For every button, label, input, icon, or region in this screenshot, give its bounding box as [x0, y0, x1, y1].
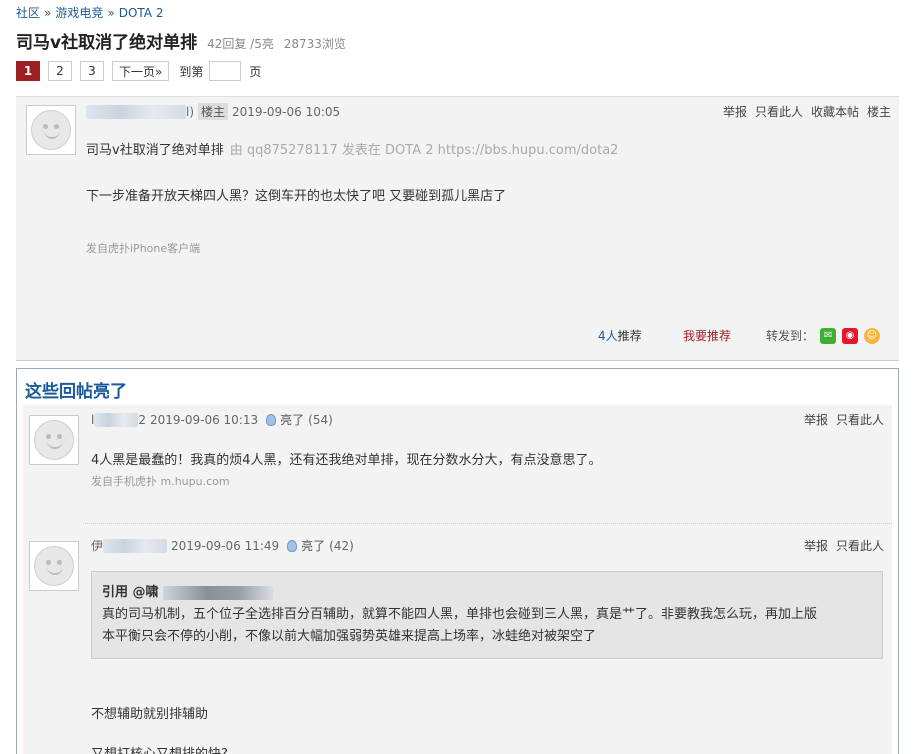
report-link[interactable]: 举报: [804, 411, 828, 428]
recommend-suffix: 推荐: [617, 329, 642, 343]
quote-label: 引用 @: [102, 585, 146, 600]
post-via: 发自虎扑iPhone客户端: [86, 242, 201, 255]
avatar[interactable]: [29, 541, 79, 591]
reply-header: l 2 2019-09-06 10:13 亮了 (54): [91, 411, 333, 428]
post-actions: 举报 只看此人 收藏本帖 楼主: [715, 103, 891, 120]
breadcrumb-gaming[interactable]: 游戏电竞: [55, 6, 103, 20]
thread-title-bar: 司马v社取消了绝对单排 42回复 /5亮 28733浏览: [16, 28, 352, 53]
default-avatar-icon: [34, 420, 74, 460]
next-page-button[interactable]: 下一页»: [112, 61, 170, 81]
only-this-user-link[interactable]: 只看此人: [836, 537, 884, 554]
username-blurred[interactable]: [94, 412, 139, 427]
reply-time: 2019-09-06 11:49: [171, 538, 280, 553]
breadcrumb-community[interactable]: 社区: [16, 6, 40, 20]
username-head: 伊: [91, 539, 104, 553]
jump-suffix: 页: [249, 64, 262, 79]
username-blurred[interactable]: [103, 538, 168, 553]
light-label: 亮了: [280, 413, 305, 427]
reply-actions: 举报 只看此人: [796, 537, 884, 554]
quote-block: 引用 @ 啸 真的司马机制，五个位子全选排百分百辅助，就算不能四人黑，单排也会碰到…: [91, 571, 883, 659]
breadcrumb: 社区» 游戏电竞» DOTA 2: [16, 4, 163, 21]
reply-content-line-2: 又想打核心又想排的快?: [91, 743, 228, 754]
recommend-count: 4人推荐: [598, 327, 642, 344]
reply-header: 伊 2019-09-06 11:49 亮了 (42): [91, 537, 354, 554]
quote-header: 引用 @ 啸: [102, 582, 872, 604]
reply-divider: [83, 523, 892, 524]
post-title: 司马v社取消了绝对单排: [86, 143, 224, 158]
hot-replies-title: 这些回帖亮了: [25, 382, 127, 402]
reply-time: 2019-09-06 10:13: [149, 412, 259, 427]
post-source: 由 qq875278117 发表在 DOTA 2 https://bbs.hup…: [229, 143, 619, 158]
breadcrumb-dota2[interactable]: DOTA 2: [119, 6, 164, 20]
reply-content-line-1: 不想辅助就别排辅助: [91, 707, 209, 722]
reply-count: 42回复 /5亮: [207, 37, 274, 51]
view-count: 28733浏览: [283, 37, 346, 51]
thread-meta: 42回复 /5亮 28733浏览: [207, 35, 352, 52]
thread-title: 司马v社取消了绝对单排: [16, 33, 198, 53]
reply-content: 4人黑是最蠢的！我真的烦4人黑，还有还我绝对单排，现在分数水分大，有点没意思了。: [91, 453, 602, 468]
jump-label: 到第: [179, 64, 204, 79]
page-1-button[interactable]: 1: [16, 61, 40, 81]
favorite-link[interactable]: 收藏本帖: [811, 103, 859, 120]
page-2-button[interactable]: 2: [48, 61, 72, 81]
bulb-icon: [287, 539, 298, 552]
wechat-icon[interactable]: ✉: [820, 327, 837, 344]
only-this-user-link[interactable]: 只看此人: [836, 411, 884, 428]
bulb-icon: [266, 413, 277, 426]
hot-reply: 伊 2019-09-06 11:49 亮了 (42) 举报 只看此人 引用 @ 啸…: [23, 531, 892, 754]
breadcrumb-separator: »: [107, 6, 115, 20]
post-header: l) 楼主 2019-09-06 10:05: [86, 103, 340, 120]
only-this-user-link[interactable]: 只看此人: [755, 103, 803, 120]
report-link[interactable]: 举报: [804, 537, 828, 554]
light-count: (54): [308, 412, 333, 427]
hot-reply: l 2 2019-09-06 10:13 亮了 (54) 举报 只看此人 4人黑…: [23, 405, 892, 523]
reply-via: 发自手机虎扑 m.hupu.com: [91, 475, 230, 488]
post-title-line: 司马v社取消了绝对单排由 qq875278117 发表在 DOTA 2 http…: [86, 139, 618, 158]
light-button[interactable]: 亮了 (42): [287, 537, 354, 554]
main-post: l) 楼主 2019-09-06 10:05 举报 只看此人 收藏本帖 楼主 司…: [16, 96, 899, 361]
hot-replies-list: l 2 2019-09-06 10:13 亮了 (54) 举报 只看此人 4人黑…: [23, 405, 892, 754]
weibo-icon[interactable]: ◉: [842, 327, 859, 344]
hot-replies-section: 这些回帖亮了 l 2 2019-09-06 10:13 亮了 (54) 举报 只…: [16, 368, 899, 754]
floor-label: 楼主: [866, 105, 891, 119]
breadcrumb-separator: »: [44, 6, 52, 20]
reply-actions: 举报 只看此人: [796, 411, 884, 428]
pagination: 1 2 3 下一页» 到第 页: [16, 61, 261, 81]
post-body: 下一步准备开放天梯四人黑？这倒车开的也太快了吧 又要碰到孤儿黑店了: [86, 189, 507, 204]
page-3-button[interactable]: 3: [80, 61, 104, 81]
recommend-button[interactable]: 我要推荐: [683, 327, 731, 344]
share-row: 转发到： ✉ ◉ ☺: [766, 327, 881, 344]
post-time: 2019-09-06 10:05: [232, 104, 341, 119]
jump-page-input[interactable]: [209, 61, 242, 81]
username-tail: 2: [138, 412, 146, 427]
username-blurred[interactable]: [86, 104, 186, 119]
light-count: (42): [329, 538, 354, 553]
qq-icon[interactable]: ☺: [864, 327, 881, 344]
quote-text-line-1: 真的司马机制，五个位子全选排百分百辅助，就算不能四人黑，单排也会碰到三人黑，真是…: [102, 607, 818, 622]
light-label: 亮了: [301, 539, 326, 553]
username-tail: l): [186, 104, 195, 119]
light-button[interactable]: 亮了 (54): [266, 411, 333, 428]
quote-user-head: 啸: [145, 585, 159, 600]
op-badge: 楼主: [198, 103, 229, 120]
share-label: 转发到：: [766, 329, 815, 343]
recommend-number: 4人: [598, 329, 618, 343]
report-link[interactable]: 举报: [723, 103, 747, 120]
avatar[interactable]: [26, 105, 76, 155]
default-avatar-icon: [34, 546, 74, 586]
quote-username-blurred[interactable]: [162, 586, 273, 600]
default-avatar-icon: [31, 110, 71, 150]
quote-text-line-2: 本平衡只会不停的小削，不像以前大幅加强弱势英雄来提高上场率，冰蛙绝对被架空了: [102, 629, 597, 644]
avatar[interactable]: [29, 415, 79, 465]
